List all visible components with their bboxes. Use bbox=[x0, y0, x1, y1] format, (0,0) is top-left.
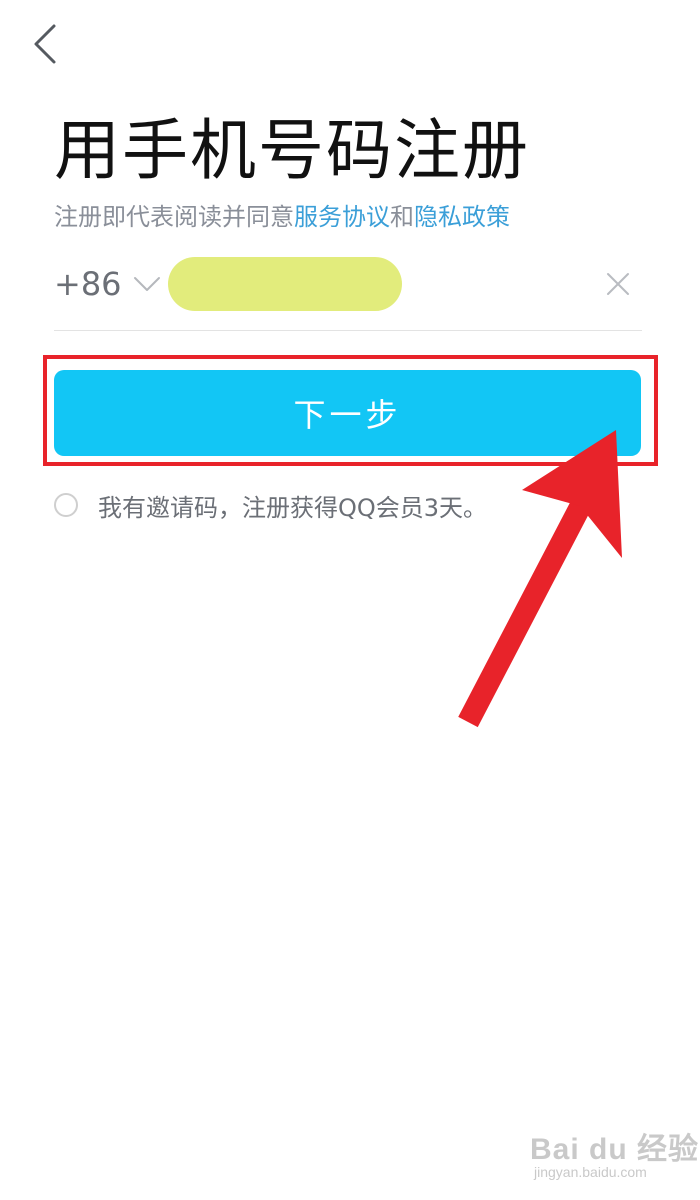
invite-code-row: 我有邀请码，注册获得QQ会员3天。 bbox=[54, 488, 487, 522]
privacy-link[interactable]: 隐私政策 bbox=[414, 203, 510, 231]
arrow-annotation-icon bbox=[458, 430, 622, 728]
watermark-logo: Bai du 经验 bbox=[530, 1133, 700, 1166]
watermark-url: jingyan.baidu.com bbox=[534, 1164, 647, 1180]
invite-code-checkbox[interactable] bbox=[54, 493, 78, 517]
back-button[interactable] bbox=[28, 20, 64, 68]
country-code-select[interactable]: +86 bbox=[54, 262, 162, 306]
agreement-text: 注册即代表阅读并同意服务协议和隐私政策 bbox=[54, 200, 510, 234]
clear-button[interactable] bbox=[604, 270, 632, 298]
agreement-prefix: 注册即代表阅读并同意 bbox=[54, 203, 294, 231]
country-code-label: +86 bbox=[54, 265, 122, 303]
close-icon bbox=[607, 273, 629, 295]
invite-code-label: 我有邀请码，注册获得QQ会员3天。 bbox=[98, 493, 488, 522]
phone-number-input[interactable] bbox=[168, 257, 402, 311]
watermark: Bai du 经验 jingyan.baidu.com bbox=[530, 1120, 698, 1190]
page-title: 用手机号码注册 bbox=[54, 112, 530, 189]
agreement-connector: 和 bbox=[390, 203, 414, 231]
phone-field-row: +86 bbox=[54, 250, 642, 331]
chevron-down-icon bbox=[133, 277, 160, 291]
terms-link[interactable]: 服务协议 bbox=[294, 203, 390, 231]
next-button[interactable]: 下一步 bbox=[54, 370, 641, 456]
chevron-left-icon bbox=[34, 24, 56, 64]
